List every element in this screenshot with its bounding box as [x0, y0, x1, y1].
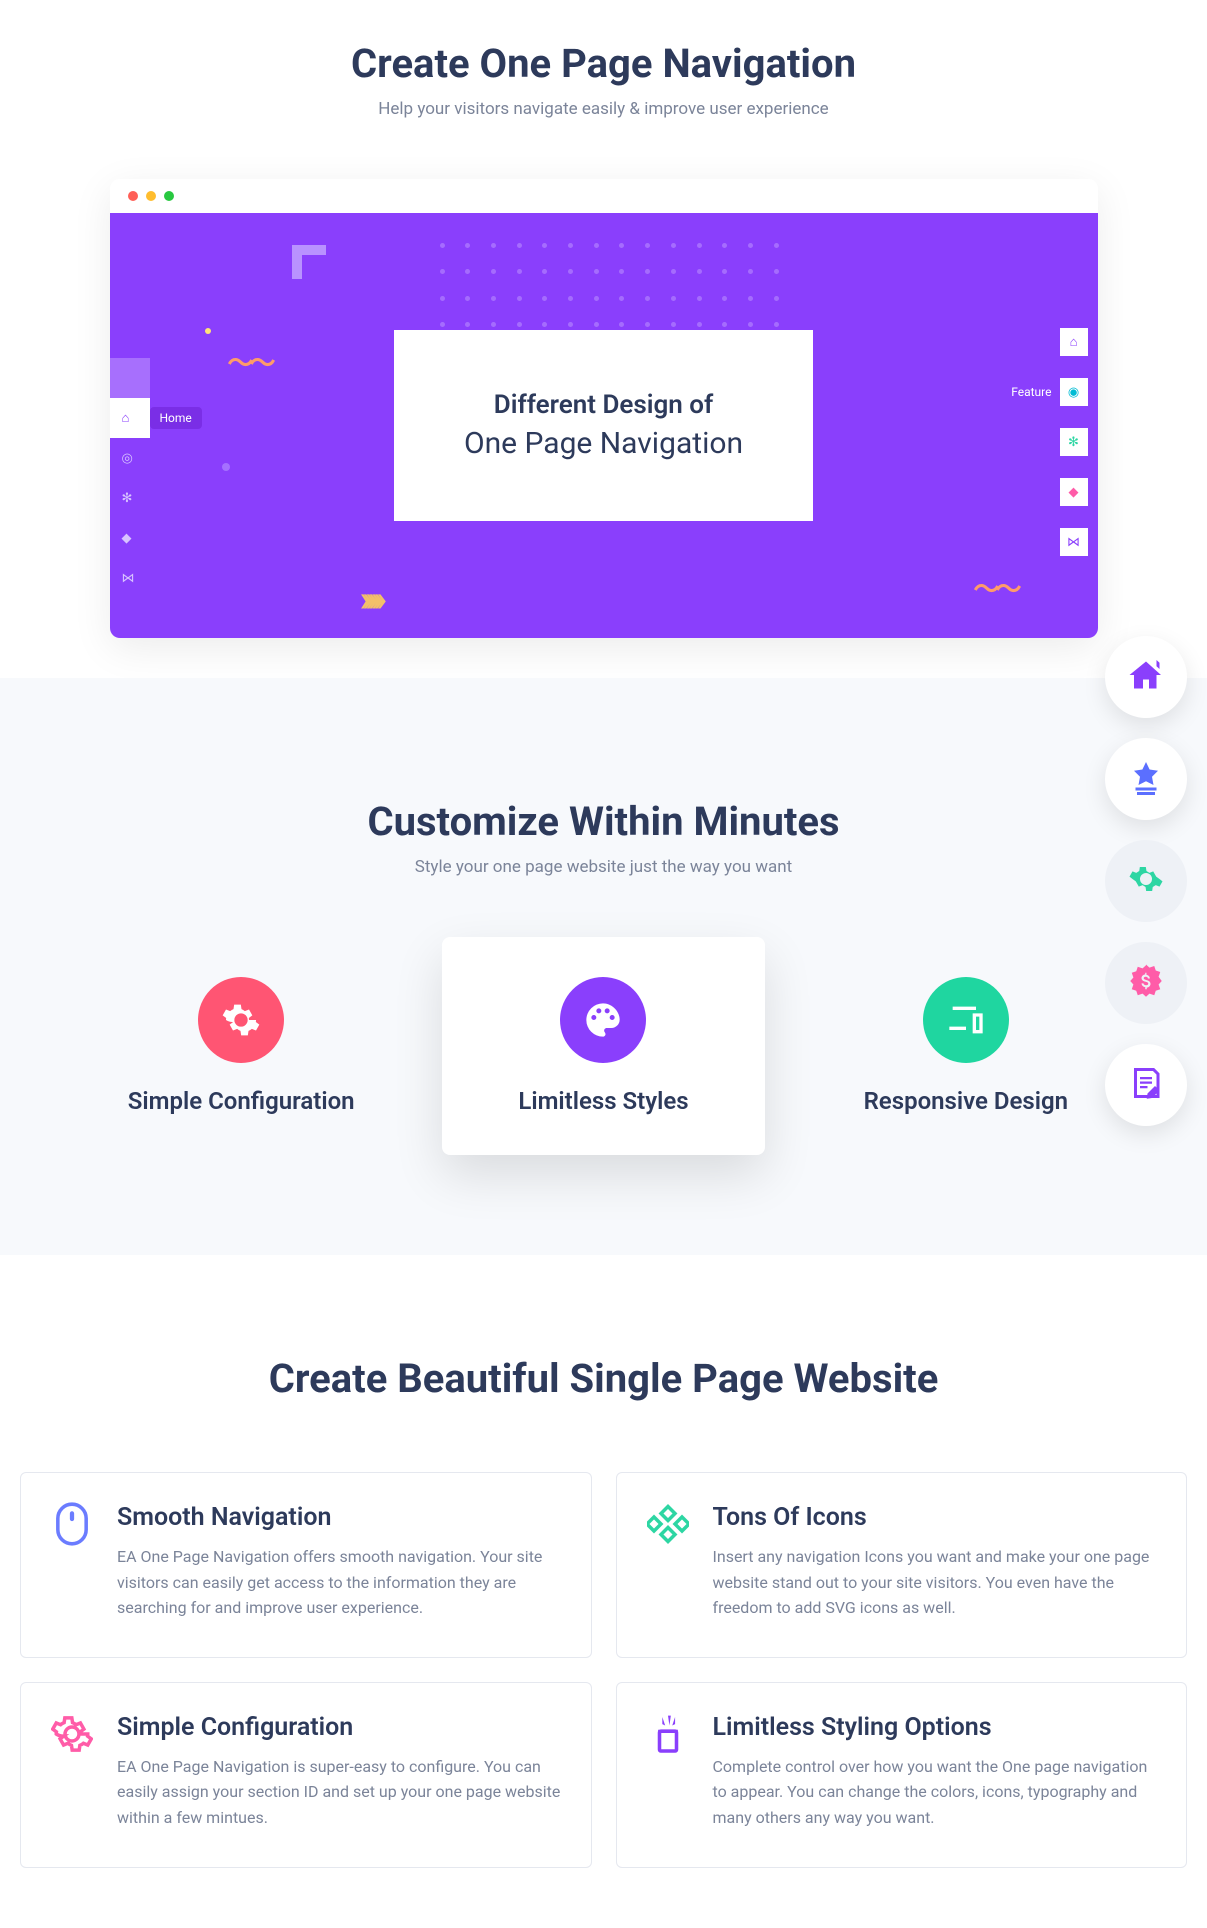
gear-icon: [51, 1713, 93, 1755]
demo-nav-item[interactable]: Feature◉: [1060, 378, 1088, 406]
palette-icon: [560, 977, 646, 1063]
info-card-title: Simple Configuration: [117, 1713, 561, 1742]
info-card-desc: EA One Page Navigation is super-easy to …: [117, 1754, 561, 1831]
demo-left-nav: ⌂Home ◎ ✻ ◆ ⋈: [110, 398, 150, 598]
info-card-title: Limitless Styling Options: [713, 1713, 1157, 1742]
feature-card[interactable]: Limitless Styles: [442, 937, 764, 1155]
hero-area: 〜〜 〜〜 ››››››› Different Design of One Pa…: [110, 213, 1098, 638]
section3-heading: Create Beautiful Single Page Website: [20, 1355, 1187, 1402]
section2-heading: Customize Within Minutes: [80, 798, 1127, 845]
info-card: Simple Configuration EA One Page Navigat…: [20, 1682, 592, 1868]
feature-row: Simple Configuration Limitless Styles Re…: [80, 937, 1127, 1155]
demo-nav-item[interactable]: ⋈: [1060, 528, 1088, 556]
demo-nav-item[interactable]: ◆: [1060, 478, 1088, 506]
section1-sub: Help your visitors navigate easily & imp…: [80, 99, 1127, 119]
feature-title: Simple Configuration: [100, 1087, 382, 1115]
info-card-desc: Complete control over how you want the O…: [713, 1754, 1157, 1831]
feature-card[interactable]: Responsive Design: [805, 937, 1127, 1155]
info-card: Tons Of Icons Insert any navigation Icon…: [616, 1472, 1188, 1658]
star-underline-icon: [1128, 759, 1164, 799]
nav-icon: ⌂: [1070, 334, 1078, 350]
zigzag-icon: 〜〜: [973, 569, 1017, 606]
note-edit-icon: [1128, 1065, 1164, 1105]
float-nav-gear-check[interactable]: [1105, 840, 1187, 922]
float-nav-note-edit[interactable]: [1105, 1044, 1187, 1126]
nav-icon: ⌂: [122, 410, 130, 426]
diamonds-icon: [647, 1503, 689, 1545]
info-card: Limitless Styling Options Complete contr…: [616, 1682, 1188, 1868]
window-close-icon: [128, 191, 138, 201]
demo-nav-item[interactable]: ✻: [1060, 428, 1088, 456]
demo-right-nav: ⌂ Feature◉ ✻ ◆ ⋈: [1060, 328, 1088, 578]
nav-label: Feature: [1011, 385, 1051, 399]
chevrons-icon: ›››››››: [360, 578, 380, 620]
demo-nav-item[interactable]: ✻: [110, 478, 150, 518]
nav-highlight: [110, 358, 150, 398]
browser-mock: 〜〜 〜〜 ››››››› Different Design of One Pa…: [110, 179, 1098, 638]
devices-icon: [923, 977, 1009, 1063]
nav-label: Home: [150, 407, 202, 429]
nav-icon: ◆: [122, 531, 132, 546]
feature-title: Limitless Styles: [462, 1087, 744, 1115]
info-card-desc: EA One Page Navigation offers smooth nav…: [117, 1544, 561, 1621]
float-nav-home[interactable]: [1105, 636, 1187, 718]
floating-nav: [1105, 636, 1187, 1126]
nav-icon: ◎: [122, 451, 133, 466]
demo-nav-item[interactable]: ◎: [110, 438, 150, 478]
nav-icon: ◆: [1069, 485, 1079, 500]
badge-dollar-icon: [1128, 963, 1164, 1003]
gear-check-icon: [1128, 861, 1164, 901]
mouse-icon: [51, 1503, 93, 1545]
feature-title: Responsive Design: [825, 1087, 1107, 1115]
section-usecase: Create Beautiful Single Page Website Smo…: [0, 1255, 1207, 1928]
circle-icon: [222, 463, 230, 471]
info-card-desc: Insert any navigation Icons you want and…: [713, 1544, 1157, 1621]
float-nav-star-underline[interactable]: [1105, 738, 1187, 820]
demo-nav-item[interactable]: ⌂: [1060, 328, 1088, 356]
nav-icon: ⋈: [122, 571, 135, 586]
nav-icon: ◉: [1068, 385, 1079, 400]
window-minimize-icon: [146, 191, 156, 201]
info-card-title: Tons Of Icons: [713, 1503, 1157, 1532]
browser-traffic-lights: [110, 179, 1098, 213]
nav-icon: ✻: [122, 491, 133, 506]
float-nav-badge-dollar[interactable]: [1105, 942, 1187, 1024]
info-card-title: Smooth Navigation: [117, 1503, 561, 1532]
hero-title-2: One Page Navigation: [464, 426, 743, 461]
window-maximize-icon: [164, 191, 174, 201]
hero-card: Different Design of One Page Navigation: [394, 330, 813, 521]
demo-nav-item[interactable]: ⋈: [110, 558, 150, 598]
feature-card[interactable]: Simple Configuration: [80, 937, 402, 1155]
demo-nav-item[interactable]: ◆: [110, 518, 150, 558]
section2-sub: Style your one page website just the way…: [80, 857, 1127, 877]
home-icon: [1128, 657, 1164, 697]
section-navigation: Create One Page Navigation Help your vis…: [0, 0, 1207, 678]
section1-heading: Create One Page Navigation: [80, 40, 1127, 87]
plant-icon: [647, 1713, 689, 1755]
nav-icon: ✻: [1068, 435, 1079, 450]
hero-title-1: Different Design of: [464, 390, 743, 420]
circle-icon: [205, 328, 211, 334]
zigzag-icon: 〜〜: [228, 343, 272, 380]
info-card: Smooth Navigation EA One Page Navigation…: [20, 1472, 592, 1658]
gear-icon: [198, 977, 284, 1063]
corner-icon: [292, 245, 326, 279]
nav-icon: ⋈: [1067, 535, 1080, 550]
section-customize: Customize Within Minutes Style your one …: [0, 678, 1207, 1255]
demo-nav-item[interactable]: ⌂Home: [110, 398, 150, 438]
info-cards-grid: Smooth Navigation EA One Page Navigation…: [20, 1472, 1187, 1868]
